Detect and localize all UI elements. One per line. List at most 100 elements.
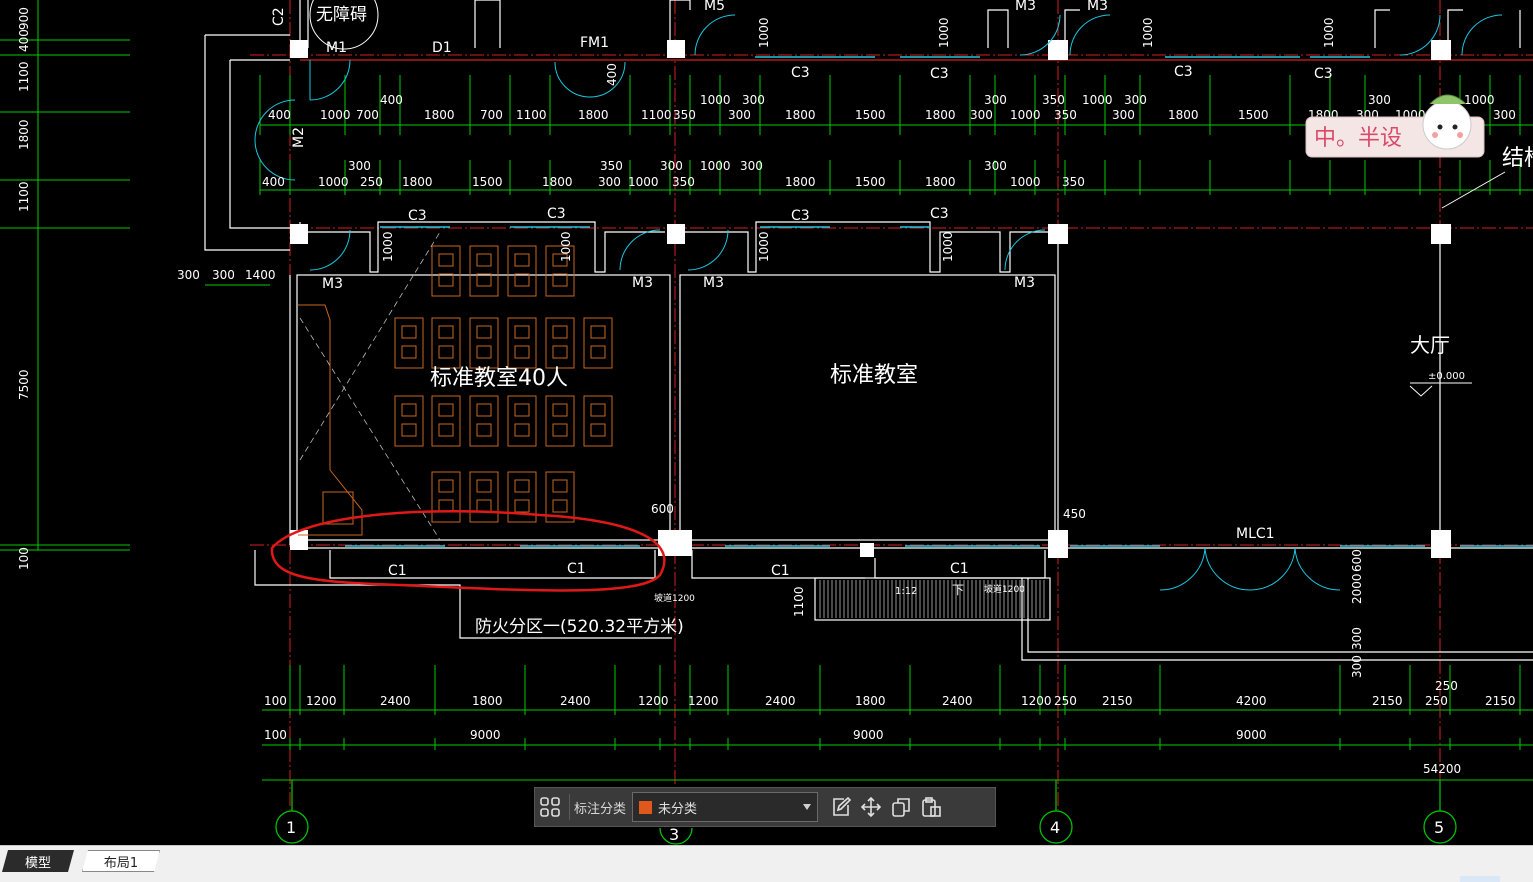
dimension-text-top-row2: 300 — [598, 175, 621, 189]
window-label: C3 — [791, 65, 810, 81]
chair — [476, 273, 492, 287]
chair — [476, 253, 492, 267]
dimension-text-misc: 1000 — [1141, 17, 1155, 48]
dimension-text-bottom-row1: 100 — [264, 694, 287, 708]
podium — [298, 304, 363, 536]
dimension-text-left-row: 300 — [212, 268, 235, 282]
dimension-text-misc: 2000 — [1350, 573, 1364, 604]
door-label: M3 — [1014, 275, 1035, 291]
chair — [476, 423, 492, 437]
dimension-text-misc: 1000 — [1322, 17, 1336, 48]
mlc-label: MLC1 — [1236, 526, 1275, 542]
dimension-text-bottom-row2: 9000 — [470, 728, 501, 742]
dimension-text-top-row1: 1800 — [424, 108, 455, 122]
annotation-category-select[interactable]: 未分类 — [632, 792, 819, 822]
elevation-marker — [1409, 382, 1472, 397]
dimension-text-top-row1: 1100 — [516, 108, 547, 122]
edit-icon[interactable] — [826, 792, 856, 822]
dimension-text-bottom-row1: 2400 — [380, 694, 411, 708]
dimension-text-top-row1: 350 — [1054, 108, 1077, 122]
copy-icon[interactable] — [886, 792, 916, 822]
axis-label: 5 — [1434, 818, 1444, 837]
dimension-text-top-row1: 350 — [1042, 93, 1065, 107]
dimension-text-top-row1: 1000 — [1082, 93, 1113, 107]
window-label: C1 — [567, 561, 586, 577]
dimension-text-top-row2: 300 — [348, 159, 371, 173]
chair — [552, 423, 568, 437]
chair — [476, 325, 492, 339]
dimension-text-top-row1: 1100 — [641, 108, 672, 122]
move-icon[interactable] — [856, 792, 886, 822]
chair — [438, 273, 454, 287]
dimension-text-misc: 1000 — [757, 231, 771, 262]
diagonal-dashes — [299, 231, 441, 541]
struct-fragment-label: 结构 — [1502, 146, 1533, 171]
chair — [514, 253, 530, 267]
axis-label: 3 — [669, 825, 679, 844]
grid-menu-icon[interactable] — [535, 792, 565, 822]
dimension-text-top-row2: 350 — [1062, 175, 1085, 189]
chair — [552, 479, 568, 493]
dimension-text-bottom-row1: 2400 — [765, 694, 796, 708]
chair — [514, 423, 530, 437]
dimension-text-top-row2: 1800 — [402, 175, 433, 189]
dimension-text-top-row2: 300 — [984, 159, 1007, 173]
chair — [438, 345, 454, 359]
chair — [401, 325, 417, 339]
chair — [476, 345, 492, 359]
tab-model[interactable]: 模型 — [2, 850, 74, 872]
paste-icon[interactable] — [916, 792, 946, 822]
window-label: C3 — [408, 208, 427, 224]
dimension-text-left: 400 — [17, 29, 31, 52]
window-labels: C3 C3 C3 C3 C3 C3 C3 C3 C1 C1 C1 C1 C2 — [271, 7, 1333, 579]
dimension-text-misc: 450 — [1063, 507, 1086, 521]
tab-layout1[interactable]: 布局1 — [82, 850, 160, 872]
dimension-text-misc: 300 — [1350, 655, 1364, 678]
walls — [204, 0, 1533, 661]
dimension-text-misc: 400 — [380, 93, 403, 107]
dimension-text-misc: 1000 — [937, 17, 951, 48]
dimension-text-misc: 400 — [605, 63, 619, 86]
red-freehand-annotation — [270, 510, 666, 592]
chair — [514, 325, 530, 339]
dimension-text-bottom-row1: 1200 — [638, 694, 669, 708]
chair — [476, 479, 492, 493]
cad-drawing-canvas[interactable]: 无障碍 防火分区一(520.32平方米) 标准教室40人 标准教室 大厅 ±0.… — [0, 0, 1533, 845]
chair — [552, 403, 568, 417]
dimension-text-top-row2: 1500 — [855, 175, 886, 189]
hall-label: 大厅 — [1410, 333, 1450, 357]
dimension-text-left: 900 — [17, 7, 31, 30]
dimension-text-top-row2: 1800 — [542, 175, 573, 189]
bottom-dimension-lines — [262, 665, 1533, 781]
dimension-text-bottom-row1: 2400 — [942, 694, 973, 708]
window-label: C3 — [930, 206, 949, 222]
chair — [438, 403, 454, 417]
ramp-label-b: 坡道1200 — [984, 583, 1025, 595]
chair — [552, 273, 568, 287]
dimension-text-top-row1: 300 — [728, 108, 751, 122]
floor-plan[interactable]: 无障碍 防火分区一(520.32平方米) 标准教室40人 标准教室 大厅 ±0.… — [0, 0, 1533, 845]
dimension-text-bottom-row1: 1200 — [1021, 694, 1052, 708]
door-label: M3 — [322, 276, 343, 292]
dimension-text-top-row1: 300 — [1368, 93, 1391, 107]
chair — [590, 325, 606, 339]
dimension-text-top-row2: 1800 — [785, 175, 816, 189]
window-label: C1 — [388, 563, 407, 579]
layout-tab-bar: 模型 布局1 — [0, 845, 1533, 882]
chair — [438, 325, 454, 339]
dimension-text-misc: 1100 — [792, 586, 806, 617]
door-label: M3 — [1015, 0, 1036, 14]
dimension-text-top-row2: 1000 — [318, 175, 349, 189]
chair — [552, 345, 568, 359]
dimension-text-misc: 600 — [1350, 549, 1364, 572]
dimension-text-bottom-row1: 2150 — [1372, 694, 1403, 708]
dimension-text-top-row2: 400 — [262, 175, 285, 189]
dimension-text-top-row1: 300 — [970, 108, 993, 122]
dimension-text-top-row1: 700 — [480, 108, 503, 122]
dimension-text-top-row1: 1000 — [700, 93, 731, 107]
dimension-text-bottom-row2: 9000 — [1236, 728, 1267, 742]
window-label: C3 — [791, 208, 810, 224]
dimension-text-bottom-row1: 1200 — [306, 694, 337, 708]
dimension-text-top-row1: 300 — [1124, 93, 1147, 107]
dimension-text-top-row1: 1000 — [1464, 93, 1495, 107]
